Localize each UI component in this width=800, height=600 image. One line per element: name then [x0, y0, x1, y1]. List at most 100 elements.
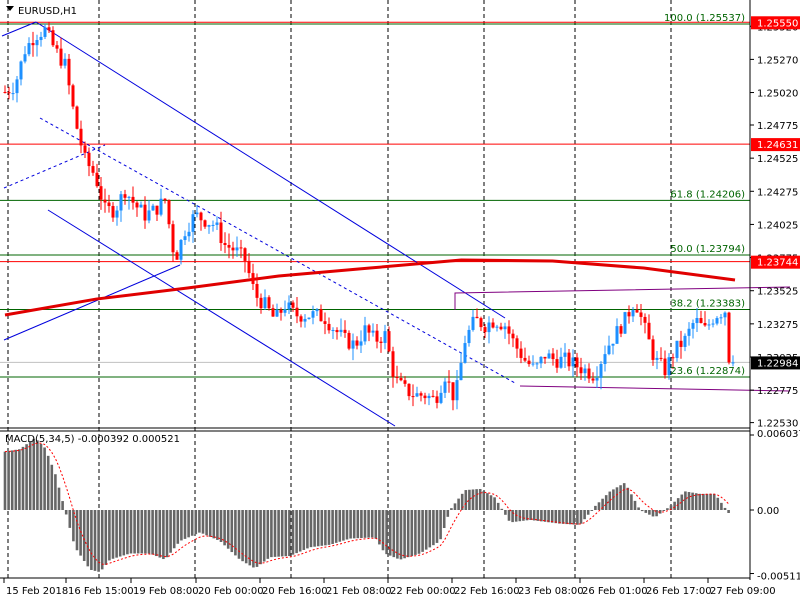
macd-bar: [79, 510, 82, 556]
candle-up: [583, 368, 587, 374]
macd-bar: [410, 510, 414, 557]
candle-down: [59, 48, 63, 66]
macd-bar: [388, 510, 392, 556]
candle-up: [415, 393, 419, 397]
macd-bar: [644, 510, 648, 513]
candle-up: [215, 222, 219, 225]
candle-down: [663, 358, 667, 376]
macd-bar: [558, 510, 561, 524]
candle-down: [171, 224, 175, 253]
macd-bar: [54, 474, 57, 510]
candle-down: [343, 329, 347, 333]
time-tick-label: 19 Feb 08:00: [133, 586, 199, 597]
candle-up: [459, 362, 463, 381]
macd-bar: [511, 510, 514, 523]
macd-bar: [572, 510, 576, 525]
time-tick-label: 22 Feb 00:00: [390, 586, 456, 597]
candle-down: [71, 85, 75, 107]
symbol-title: EURUSD,H1: [18, 6, 77, 17]
candle-down: [251, 273, 255, 284]
macd-bar: [586, 510, 590, 515]
macd-bar: [226, 510, 230, 549]
candle-up: [595, 377, 599, 381]
candle-up: [191, 214, 195, 232]
time-tick-label: 23 Feb 08:00: [518, 586, 584, 597]
macd-bar: [46, 455, 50, 510]
candle-down: [219, 222, 223, 244]
candle-up: [683, 335, 687, 347]
candle-up: [307, 317, 311, 319]
macd-bar: [18, 449, 21, 510]
macd-bar: [151, 510, 154, 555]
macd-bar: [500, 508, 504, 510]
candle-up: [539, 356, 543, 364]
candle-up: [39, 36, 43, 41]
macd-bar: [579, 510, 583, 524]
level-price-label: 1.24631: [757, 140, 798, 151]
macd-bar: [313, 510, 316, 547]
macd-bar: [320, 510, 324, 546]
macd-bar: [144, 510, 147, 554]
candle-down: [407, 383, 411, 397]
candle-up: [35, 40, 39, 46]
macd-bar: [424, 510, 428, 550]
candle-up: [531, 363, 535, 365]
macd-bar: [712, 493, 716, 510]
macd-bar: [417, 510, 421, 554]
macd-bar: [291, 510, 295, 555]
candle-down: [327, 323, 331, 331]
level-price-label: 1.25550: [757, 18, 798, 29]
candle-down: [391, 351, 395, 377]
candle-up: [183, 236, 187, 241]
candle-down: [591, 378, 595, 381]
candle-down: [515, 338, 519, 349]
macd-bar: [201, 510, 205, 534]
macd-bar: [219, 510, 223, 542]
price-tick-label: 1.23525: [757, 287, 798, 298]
macd-bar: [255, 510, 259, 567]
candle-up: [311, 311, 315, 318]
macd-bar: [637, 507, 640, 510]
macd-bar: [507, 510, 511, 521]
candle-down: [699, 318, 703, 324]
macd-bar: [367, 510, 370, 538]
candle-down: [67, 58, 71, 86]
macd-bar: [496, 502, 500, 510]
macd-bar: [608, 491, 612, 510]
candle-down: [491, 322, 495, 328]
candle-up: [467, 329, 471, 344]
candle-down: [475, 316, 479, 319]
candle-down: [291, 302, 295, 308]
macd-bar: [612, 489, 615, 510]
candle-up: [471, 316, 475, 330]
candle-down: [575, 357, 579, 368]
fib-label: 50.0 (1.23794): [670, 244, 745, 255]
candle-up: [711, 323, 715, 325]
candle-up: [731, 362, 735, 364]
candle-down: [243, 248, 247, 261]
macd-bar: [684, 491, 687, 510]
candle-up: [331, 330, 335, 332]
candle-up: [623, 312, 627, 334]
candle-down: [3, 92, 7, 94]
price-tick-label: 1.24775: [757, 121, 798, 132]
macd-bar: [190, 510, 194, 536]
candle-down: [231, 247, 235, 251]
candle-down: [347, 332, 351, 349]
macd-tick-label: 0.006037: [757, 429, 800, 440]
macd-bar: [532, 510, 536, 521]
candle-down: [483, 327, 487, 333]
candle-down: [703, 323, 707, 326]
macd-bar: [702, 493, 705, 510]
candle-down: [431, 395, 435, 397]
macd-bar: [169, 510, 172, 553]
macd-bar: [550, 510, 554, 523]
candle-up: [707, 324, 711, 326]
macd-bar: [136, 510, 140, 554]
macd-bar: [349, 510, 352, 539]
candle-down: [479, 318, 483, 328]
macd-bar: [673, 501, 676, 510]
candle-up: [495, 326, 499, 328]
time-tick-label: 15 Feb 2018: [6, 586, 68, 597]
time-tick-label: 16 Feb 15:00: [68, 586, 134, 597]
